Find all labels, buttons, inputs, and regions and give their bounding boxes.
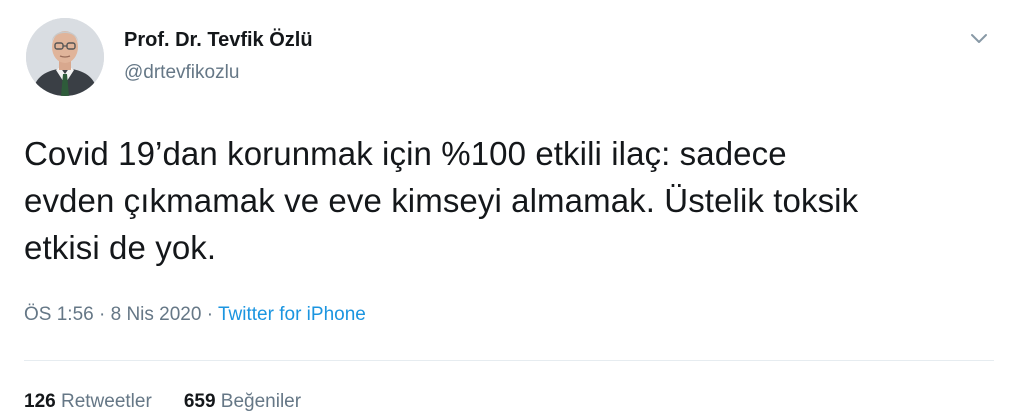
divider [24, 360, 994, 361]
chevron-down-icon[interactable] [962, 26, 996, 52]
user-handle[interactable]: @drtevfikozlu [124, 62, 239, 84]
tweet-meta: ÖS 1:56 · 8 Nis 2020 · Twitter for iPhon… [24, 304, 366, 326]
tweet-text-line: Covid 19’dan korunmak için %100 etkili i… [24, 135, 787, 172]
retweets-stat[interactable]: 126 Retweetler [24, 391, 152, 412]
tweet-time[interactable]: ÖS 1:56 [24, 304, 94, 325]
tweet-text: Covid 19’dan korunmak için %100 etkili i… [24, 130, 1004, 271]
tweet-text-line: etkisi de yok. [24, 229, 217, 266]
tweet-date[interactable]: 8 Nis 2020 [111, 304, 202, 325]
retweets-label: Retweetler [60, 391, 152, 412]
retweets-count: 126 [24, 391, 56, 412]
tweet-text-line: evden çıkmamak ve eve kimseyi almamak. Ü… [24, 182, 859, 219]
display-name[interactable]: Prof. Dr. Tevfik Özlü [124, 29, 313, 52]
avatar[interactable] [26, 18, 104, 96]
tweet-source-link[interactable]: Twitter for iPhone [218, 304, 366, 325]
tweet-card: Prof. Dr. Tevfik Özlü @drtevfikozlu Covi… [0, 0, 1024, 416]
meta-separator: · [99, 304, 106, 325]
likes-count: 659 [183, 391, 216, 412]
tweet-stats: 126 Retweetler 659 Beğeniler [24, 391, 301, 413]
likes-label: Beğeniler [220, 391, 302, 412]
meta-separator: · [206, 304, 214, 325]
likes-stat[interactable]: 659 Beğeniler [184, 391, 301, 412]
